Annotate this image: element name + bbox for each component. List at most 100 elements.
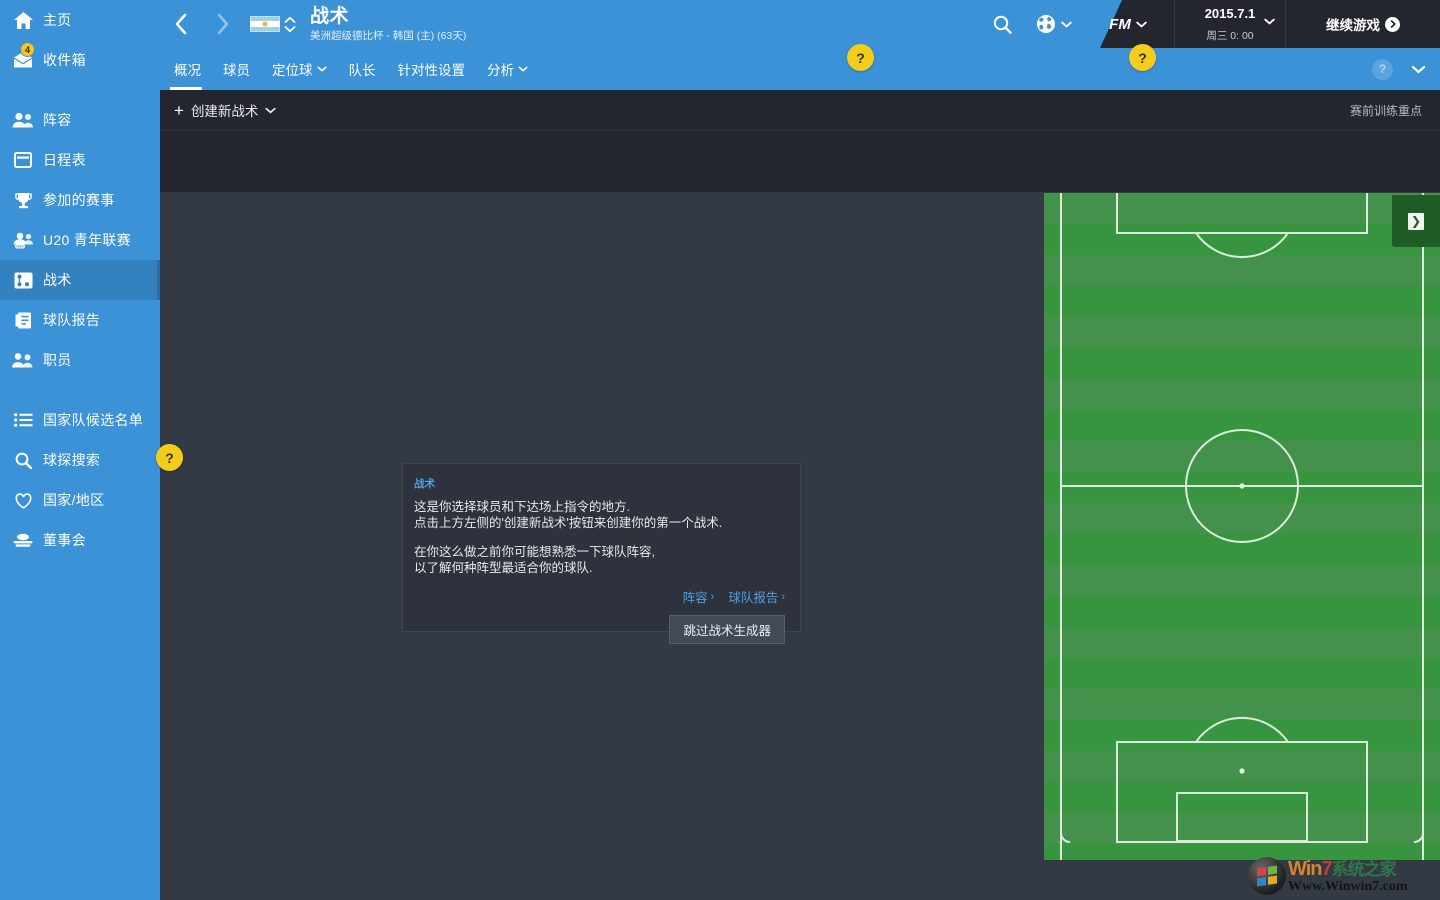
sidebar-item-squad[interactable]: 阵容 [0,100,160,140]
tab-players[interactable]: 球员 [212,48,261,90]
dialog-link-squad-label: 阵容 [682,591,708,605]
create-new-tactic-label: 创建新战术 [190,104,259,119]
tab-set-pieces[interactable]: 定位球 [261,48,338,90]
dialog-link-team-report[interactable]: 球队报告 › [728,587,785,606]
help-bubble-sidebar[interactable]: ? [156,444,183,471]
help-bubble-top-right[interactable]: ? [1129,44,1156,71]
dialog-link-team-report-label: 球队报告 [728,591,779,605]
team-report-icon [8,308,38,332]
game-date-button[interactable]: 2015.7.1 周三 0: 00 [1174,0,1286,48]
dialog-line-4: 以了解何种阵型最适合你的球队. [414,561,593,575]
help-icon[interactable]: ? [1372,58,1393,80]
dialog-line-3: 在你这么做之前你可能想熟悉一下球队阵容, [414,545,655,559]
global-search-button[interactable] [978,0,1026,48]
dialog-link-squad[interactable]: 阵容 › [683,587,715,606]
sidebar-item-label: 国家队候选名单 [43,412,144,428]
sidebar-item-inbox[interactable]: 4 收件箱 [0,40,160,80]
dialog-spacer [414,531,785,544]
tab-captains[interactable]: 队长 [338,48,387,90]
dialog-body: 这是你选择球员和下达场上指令的地方. 点击上方左侧的'创建新战术'按钮来创建你的… [414,499,785,576]
game-date-secondary: 周三 0: 00 [1206,29,1254,42]
globe-icon [1037,15,1055,33]
dialog-button-row: 跳过战术生成器 [414,615,785,644]
calendar-icon [8,148,38,172]
watermark-url: Www.Winwin7.com [1288,878,1408,894]
chevron-right-icon: › [781,590,785,603]
dialog-line-2: 点击上方左侧的'创建新战术'按钮来创建你的第一个战术. [414,516,723,530]
skip-tactic-generator-button[interactable]: 跳过战术生成器 [669,615,785,644]
sidebar-item-label: 参加的赛事 [43,192,115,208]
top-bar: 战术 美洲超级德比杯 - 韩国 (主) (63天) FM 2015.7.1 周三… [160,0,1440,48]
dialog-links: 阵容 › 球队报告 › [414,587,785,606]
fm-label: FM [1109,15,1131,33]
continue-game-button[interactable]: 继续游戏 [1286,0,1440,48]
chevron-right-icon: › [710,590,715,603]
plus-icon: + [174,100,184,120]
tab-bar: 概况 球员 定位球 队长 针对性设置 分析 ? [160,48,1440,90]
team-selector[interactable] [250,16,296,33]
pitch-panel: ❯ [1044,193,1440,860]
shield-icon [8,488,38,512]
tactics-intro-dialog: 战术 这是你选择球员和下达场上指令的地方. 点击上方左侧的'创建新战术'按钮来创… [402,463,801,644]
youth-team-icon: U20 [8,228,38,252]
squad-icon [8,108,38,132]
sidebar-item-label: 阵容 [43,112,72,128]
sidebar-item-national-shortlist[interactable]: 国家队候选名单 [0,400,160,440]
inbox-badge: 4 [20,42,35,57]
staff-icon [8,348,38,372]
sidebar: 主页 4 收件箱 阵容 日程表 参加的赛事 U20 U20 青年联赛 战术 球队… [0,0,160,900]
chevron-down-icon [317,66,326,72]
watermark-brand: Win7系统之家 [1288,859,1408,879]
forward-button[interactable] [202,0,244,48]
sidebar-item-scout-search[interactable]: 球探搜索 [0,440,160,480]
sidebar-item-u20-youth-league[interactable]: U20 U20 青年联赛 [0,220,160,260]
page-subtitle: 美洲超级德比杯 - 韩国 (主) (63天) [310,29,467,42]
football-pitch[interactable]: ❯ [1044,193,1440,860]
sidebar-item-schedule[interactable]: 日程表 [0,140,160,180]
sidebar-item-staff[interactable]: 职员 [0,340,160,380]
tactics-icon [8,268,38,292]
dialog-title: 战术 [414,478,435,490]
sidebar-item-team-report[interactable]: 球队报告 [0,300,160,340]
search-icon [8,448,38,472]
tab-label: 针对性设置 [397,63,466,78]
help-bubble-top-center[interactable]: ? [847,44,874,71]
sidebar-item-label: 战术 [43,272,72,288]
sidebar-item-home[interactable]: 主页 [0,0,160,40]
world-menu-button[interactable] [1026,0,1082,48]
sidebar-item-label: 职员 [43,352,72,368]
sidebar-item-label: 国家/地区 [43,492,105,508]
pre-match-training-focus-label[interactable]: 赛前训练重点 [1350,102,1440,119]
tab-label: 队长 [348,63,376,78]
tab-bar-right: ? [1372,48,1426,90]
tab-label: 定位球 [272,63,313,78]
arrow-right-icon [1385,16,1400,32]
argentina-flag-icon [250,16,280,32]
sidebar-item-competitions[interactable]: 参加的赛事 [0,180,160,220]
tab-opposition-instructions[interactable]: 针对性设置 [387,48,477,90]
back-button[interactable] [160,0,202,48]
watermark-brand-num: 7 [1321,857,1332,880]
expand-glyph: ❯ [1408,212,1424,230]
site-watermark: Win7系统之家 Www.Winwin7.com [1248,852,1440,900]
sidebar-divider [0,380,160,400]
team-spinner-icon[interactable] [284,16,296,33]
expand-panel-icon[interactable]: ❯ [1392,195,1440,247]
sidebar-item-label: 董事会 [43,532,86,548]
board-icon [8,528,38,552]
tab-overview[interactable]: 概况 [160,48,212,90]
sidebar-item-board[interactable]: 董事会 [0,520,160,560]
create-new-tactic-button[interactable]: + 创建新战术 [160,90,290,131]
application-window: 主页 4 收件箱 阵容 日程表 参加的赛事 U20 U20 青年联赛 战术 球队… [0,0,1440,900]
chevron-down-icon[interactable] [1411,65,1426,74]
sidebar-item-nations[interactable]: 国家/地区 [0,480,160,520]
list-icon [8,408,38,432]
dialog-line-1: 这是你选择球员和下达场上指令的地方. [414,500,630,514]
sidebar-item-tactics[interactable]: 战术 [0,260,160,300]
tab-analysis[interactable]: 分析 [476,48,539,90]
tab-label: 球员 [223,63,250,78]
chevron-down-icon [1264,18,1275,25]
home-icon [8,8,38,32]
fm-menu-button[interactable]: FM [1082,0,1174,48]
watermark-text: Win7系统之家 Www.Winwin7.com [1288,859,1408,894]
